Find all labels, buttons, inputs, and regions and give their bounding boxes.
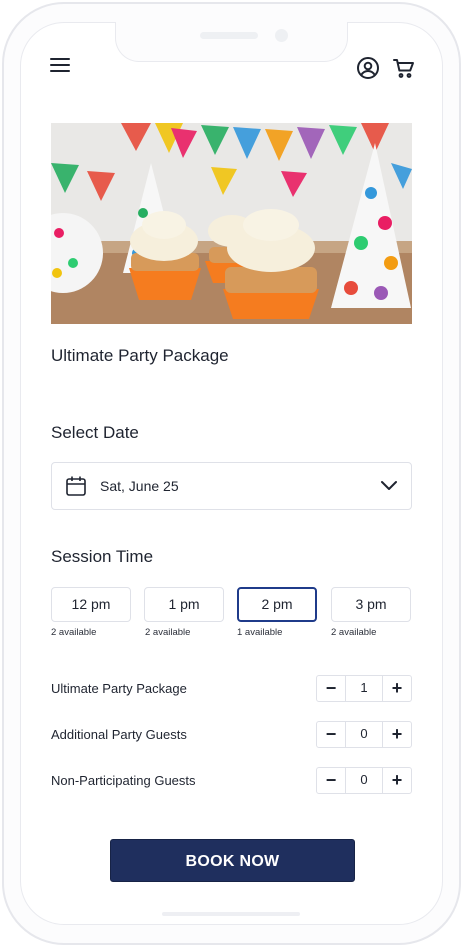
date-dropdown[interactable]: Sat, June 25 bbox=[51, 462, 412, 510]
quantity-label-package: Ultimate Party Package bbox=[51, 681, 187, 696]
product-title: Ultimate Party Package bbox=[51, 346, 229, 365]
quantity-value[interactable]: 0 bbox=[346, 768, 382, 793]
selected-date: Sat, June 25 bbox=[100, 478, 179, 494]
chevron-down-icon bbox=[380, 479, 398, 493]
time-slot-2pm[interactable]: 2 pm bbox=[237, 587, 317, 622]
shopping-cart-icon[interactable] bbox=[392, 56, 416, 80]
quantity-stepper-package: − 1 + bbox=[316, 675, 412, 702]
quantity-label-additional-guests: Additional Party Guests bbox=[51, 727, 187, 742]
increment-button[interactable]: + bbox=[382, 676, 411, 701]
slot-availability: 2 available bbox=[51, 627, 97, 638]
slot-availability: 2 available bbox=[145, 627, 191, 638]
session-time-heading: Session Time bbox=[51, 547, 154, 566]
user-circle-icon[interactable] bbox=[356, 56, 380, 80]
product-hero-image bbox=[51, 123, 412, 324]
time-slot-12pm[interactable]: 12 pm bbox=[51, 587, 131, 622]
decrement-button[interactable]: − bbox=[317, 722, 346, 747]
home-indicator bbox=[162, 912, 300, 916]
book-now-button[interactable]: BOOK NOW bbox=[110, 839, 355, 882]
quantity-value[interactable]: 0 bbox=[346, 722, 382, 747]
slot-availability: 1 available bbox=[237, 627, 283, 638]
quantity-stepper-non-participating: − 0 + bbox=[316, 767, 412, 794]
decrement-button[interactable]: − bbox=[317, 768, 346, 793]
time-slot-1pm[interactable]: 1 pm bbox=[144, 587, 224, 622]
speaker-grille bbox=[200, 32, 258, 39]
calendar-icon bbox=[65, 475, 87, 497]
hamburger-menu-icon[interactable] bbox=[50, 58, 70, 76]
decrement-button[interactable]: − bbox=[317, 676, 346, 701]
select-date-heading: Select Date bbox=[51, 423, 139, 442]
slot-availability: 2 available bbox=[331, 627, 377, 638]
increment-button[interactable]: + bbox=[382, 768, 411, 793]
front-camera bbox=[275, 29, 288, 42]
quantity-stepper-additional-guests: − 0 + bbox=[316, 721, 412, 748]
increment-button[interactable]: + bbox=[382, 722, 411, 747]
time-slot-3pm[interactable]: 3 pm bbox=[331, 587, 411, 622]
quantity-label-non-participating: Non-Participating Guests bbox=[51, 773, 196, 788]
phone-notch bbox=[115, 22, 348, 62]
quantity-value[interactable]: 1 bbox=[346, 676, 382, 701]
